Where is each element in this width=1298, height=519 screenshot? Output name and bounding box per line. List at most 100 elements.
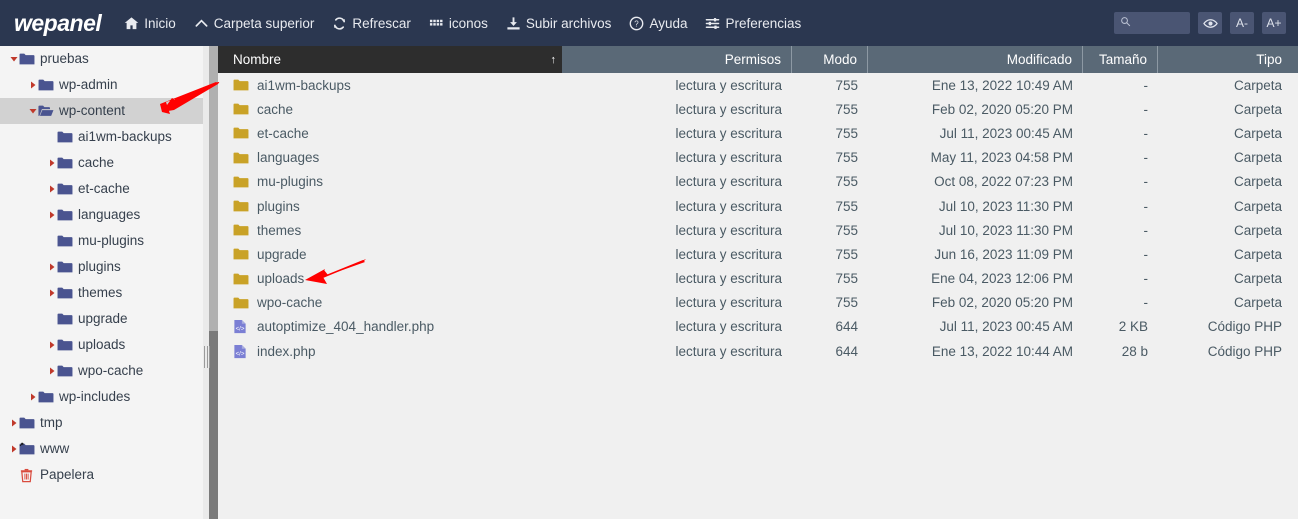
nav-inicio[interactable]: Inicio <box>115 10 185 37</box>
chevron-down-icon[interactable] <box>27 107 38 115</box>
folder-tree-sidebar[interactable]: pruebas wp-admin wp-content ai1wm-backups ca… <box>0 46 203 519</box>
font-decrease-button[interactable]: A- <box>1230 12 1254 34</box>
column-header-modo[interactable]: Modo <box>792 46 868 73</box>
sidebar-item-wp-includes[interactable]: wp-includes <box>0 384 203 410</box>
chevron-right-icon[interactable] <box>46 367 57 375</box>
sidebar-item-themes[interactable]: themes <box>0 280 203 306</box>
sidebar-splitter[interactable] <box>203 46 218 519</box>
chevron-right-icon[interactable] <box>46 341 57 349</box>
sidebar-item-plugins[interactable]: plugins <box>0 254 203 280</box>
cell-modo: 644 <box>835 343 858 359</box>
sidebar-item-label: Papelera <box>40 467 95 483</box>
cell-nombre[interactable]: ai1wm-backups <box>218 73 562 97</box>
cell-nombre[interactable]: et-cache <box>218 121 562 145</box>
column-header-tamano[interactable]: Tamaño <box>1083 46 1158 73</box>
chevron-right-icon[interactable] <box>8 419 19 427</box>
sidebar-item-www[interactable]: www <box>0 436 203 462</box>
chevron-right-icon[interactable] <box>46 159 57 167</box>
sidebar-item-wp-content[interactable]: wp-content <box>0 98 203 124</box>
font-increase-button[interactable]: A+ <box>1262 12 1286 34</box>
table-row[interactable]: languages lectura y escritura 755 May 11, 2… <box>218 146 1298 170</box>
table-row[interactable]: themes lectura y escritura 755 Jul 10, 2023… <box>218 218 1298 242</box>
cell-nombre[interactable]: wpo-cache <box>218 291 562 315</box>
cell-tipo: Carpeta <box>1233 271 1282 287</box>
cell-nombre[interactable]: mu-plugins <box>218 170 562 194</box>
search-box[interactable] <box>1114 12 1190 34</box>
sidebar-item-languages[interactable]: languages <box>0 202 203 228</box>
cell-nombre[interactable]: </> index.php <box>218 339 562 363</box>
cell-nombre[interactable]: languages <box>218 146 562 170</box>
folder-icon <box>57 364 73 378</box>
cell-modificado: May 11, 2023 04:58 PM <box>930 150 1073 166</box>
cell-nombre[interactable]: themes <box>218 218 562 242</box>
folder-icon <box>233 223 249 237</box>
eye-icon[interactable] <box>1198 12 1222 34</box>
chevron-right-icon[interactable] <box>46 185 57 193</box>
column-header-modificado[interactable]: Modificado <box>868 46 1083 73</box>
nav-refrescar[interactable]: Refrescar <box>323 10 420 37</box>
splitter-grip-handle[interactable] <box>204 346 210 368</box>
file-list-panel: Nombre ↑ Permisos Modo Modificado Tamaño… <box>218 46 1298 519</box>
nav-iconos[interactable]: iconos <box>420 10 497 37</box>
table-row[interactable]: plugins lectura y escritura 755 Jul 10, 202… <box>218 194 1298 218</box>
sidebar-item-ai1wm-backups[interactable]: ai1wm-backups <box>0 124 203 150</box>
table-row[interactable]: mu-plugins lectura y escritura 755 Oct 08, … <box>218 170 1298 194</box>
sidebar-item-label: tmp <box>40 415 63 431</box>
nav-carpeta-superior[interactable]: Carpeta superior <box>185 10 324 37</box>
cell-nombre[interactable]: uploads <box>218 267 562 291</box>
folder-icon <box>233 78 249 92</box>
table-row[interactable]: ai1wm-backups lectura y escritura 755 Ene 1… <box>218 73 1298 97</box>
chevron-right-icon[interactable] <box>46 211 57 219</box>
column-header-permisos[interactable]: Permisos <box>562 46 792 73</box>
sidebar-item-wpo-cache[interactable]: wpo-cache <box>0 358 203 384</box>
sidebar-item-papelera[interactable]: Papelera <box>0 462 203 488</box>
nav-preferencias[interactable]: Preferencias <box>696 10 810 37</box>
cell-modificado: Oct 08, 2022 07:23 PM <box>934 174 1073 190</box>
sidebar-item-uploads[interactable]: uploads <box>0 332 203 358</box>
cell-tipo: Carpeta <box>1233 198 1282 214</box>
upload-icon <box>506 16 521 31</box>
question-circle-icon: ? <box>629 16 644 31</box>
chevron-right-icon[interactable] <box>27 393 38 401</box>
cell-nombre[interactable]: </> autoptimize_404_handler.php <box>218 315 562 339</box>
file-name-label: languages <box>257 150 320 166</box>
table-row[interactable]: cache lectura y escritura 755 Feb 02, 2020 … <box>218 97 1298 121</box>
chevron-right-icon[interactable] <box>46 289 57 297</box>
sidebar-item-upgrade[interactable]: upgrade <box>0 306 203 332</box>
chevron-right-icon[interactable] <box>27 81 38 89</box>
cell-modificado: Feb 02, 2020 05:20 PM <box>931 101 1073 117</box>
sidebar-item-et-cache[interactable]: et-cache <box>0 176 203 202</box>
column-header-nombre[interactable]: Nombre ↑ <box>218 46 562 73</box>
table-row[interactable]: uploads lectura y escritura 755 Ene 04, 202… <box>218 267 1298 291</box>
cell-nombre[interactable]: cache <box>218 97 562 121</box>
sidebar-scrollbar-thumb[interactable] <box>209 46 218 331</box>
table-row[interactable]: </> index.php lectura y escritura 644 Ene 13… <box>218 339 1298 363</box>
chevron-right-icon[interactable] <box>8 445 19 453</box>
cell-tipo: Carpeta <box>1233 101 1282 117</box>
sidebar-item-tmp[interactable]: tmp <box>0 410 203 436</box>
table-row[interactable]: et-cache lectura y escritura 755 Jul 11, 20… <box>218 121 1298 145</box>
file-name-label: ai1wm-backups <box>257 77 351 93</box>
file-name-label: index.php <box>257 343 316 359</box>
chevron-down-icon[interactable] <box>8 55 19 63</box>
column-header-tipo[interactable]: Tipo <box>1158 46 1298 73</box>
cell-modo: 755 <box>835 271 858 287</box>
nav-ayuda[interactable]: ? Ayuda <box>620 10 696 37</box>
sidebar-item-cache[interactable]: cache <box>0 150 203 176</box>
cell-nombre[interactable]: plugins <box>218 194 562 218</box>
folder-open-icon <box>38 104 54 118</box>
search-input[interactable] <box>1135 17 1187 29</box>
chevron-right-icon[interactable] <box>46 263 57 271</box>
file-name-label: cache <box>257 101 294 117</box>
nav-subir-archivos[interactable]: Subir archivos <box>497 10 621 37</box>
sidebar-item-wp-admin[interactable]: wp-admin <box>0 72 203 98</box>
cell-tipo: Carpeta <box>1233 77 1282 93</box>
table-row[interactable]: upgrade lectura y escritura 755 Jun 16, 202… <box>218 242 1298 266</box>
folder-icon <box>233 102 249 116</box>
table-row[interactable]: wpo-cache lectura y escritura 755 Feb 02, 2… <box>218 291 1298 315</box>
sidebar-item-mu-plugins[interactable]: mu-plugins <box>0 228 203 254</box>
cell-nombre[interactable]: upgrade <box>218 242 562 266</box>
folder-icon <box>57 286 73 300</box>
sidebar-item-pruebas[interactable]: pruebas <box>0 46 203 72</box>
table-row[interactable]: </> autoptimize_404_handler.php lectura y … <box>218 315 1298 339</box>
